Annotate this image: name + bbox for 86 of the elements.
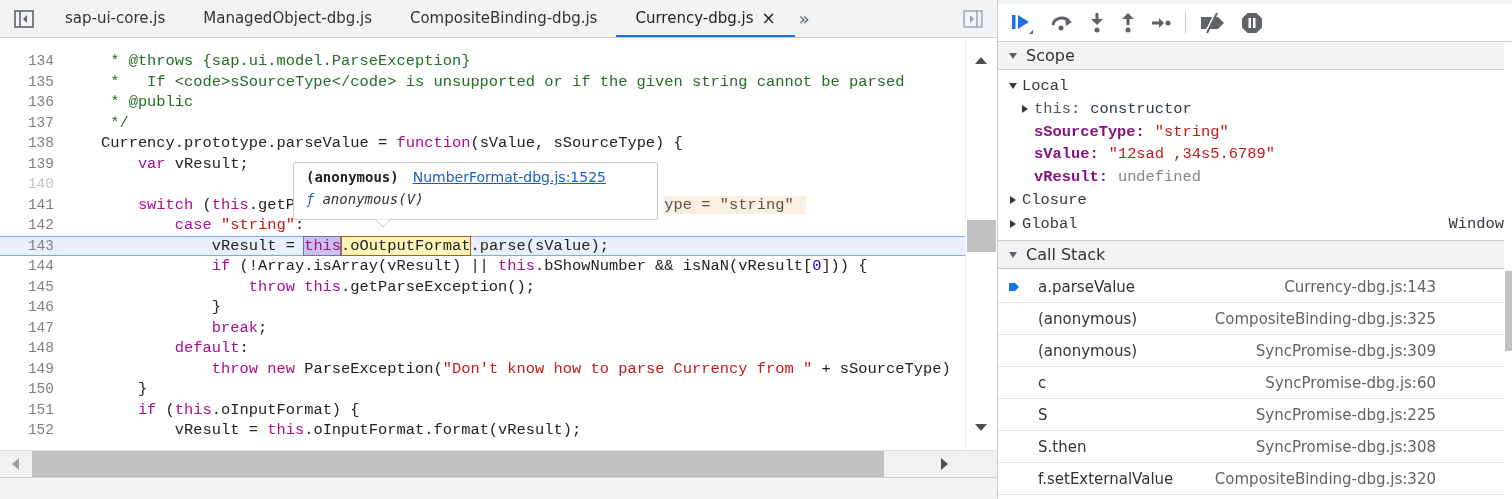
code-line: throw this.getParseException(); [247,277,536,296]
code-line: vResult = this.oInputFormat.format(vResult); [173,421,582,440]
call-frame[interactable]: (anonymous) SyncPromise-dbg.js:309 [998,335,1504,367]
vertical-scrollbar[interactable] [965,38,997,450]
more-tabs-icon[interactable]: » [798,8,810,29]
line-number: 152 [26,422,55,439]
function-signature: anonymous(V) [322,191,424,207]
scope-group[interactable]: Global [1022,215,1078,233]
variable-name: this: [1034,100,1081,119]
deactivate-breakpoints-icon[interactable] [1199,10,1227,35]
expand-arrow-icon[interactable] [1008,195,1018,205]
tooltip-title: (anonymous) [306,169,399,185]
code-line: */ [109,113,129,132]
code-line: if (!Array.isArray(vResult) || this.bShowNumber && isNaN(vResult[0])) { [210,257,868,276]
line-number: 138 [26,135,55,152]
call-frame[interactable]: c SyncPromise-dbg.js:60 [998,367,1504,399]
scroll-down-icon[interactable] [974,423,988,433]
section-header[interactable]: Call Stack [998,240,1504,269]
code-line: Currency.prototype.parseValue = function(sValue, sSourceType) { [99,134,683,153]
line-number: 135 [26,73,55,90]
code-line: * If <code>sSourceType</code> is unsupported or if the given string cannot be parsed [109,72,905,91]
horizontal-scrollbar[interactable] [0,450,997,477]
call-frame[interactable]: S.then SyncPromise-dbg.js:308 [998,431,1504,463]
line-number: 147 [26,319,55,336]
scope-group[interactable]: Closure [1022,191,1087,209]
line-number: 142 [26,217,55,234]
line-number: 137 [26,114,55,131]
variable-name: sValue: [1034,145,1099,164]
scrollbar-thumb[interactable] [1505,271,1512,351]
line-number: 140 [26,176,55,193]
line-number: 149 [26,360,55,377]
variable-value: constructor [1090,100,1192,119]
code-line: break; [210,318,268,337]
file-tab[interactable]: ManagedObject-dbg.js [184,0,391,37]
file-tab[interactable]: Currency-dbg.js × [616,0,795,37]
call-frame[interactable]: a.parseValue Currency-dbg.js:143 [998,271,1504,303]
source-link[interactable]: NumberFormat-dbg.js:1525 [412,169,606,185]
line-number: 144 [26,258,55,275]
line-number: 145 [26,278,55,295]
section-header[interactable]: Scope [998,42,1504,70]
function-icon: ƒ [306,191,315,207]
code-line: } [210,298,221,317]
line-number: 150 [26,381,55,398]
sidebar-toggle-icon[interactable] [14,9,34,28]
expand-arrow-icon[interactable] [1008,81,1018,91]
variable-name: sSourceType: [1034,122,1145,141]
expand-arrow-icon[interactable] [1008,249,1018,260]
expand-arrow-icon[interactable] [1008,219,1018,229]
close-icon[interactable]: × [761,7,776,28]
code-line: case "string": [173,216,305,235]
inline-value: ype = "string" [664,195,806,214]
line-number: 134 [26,53,55,70]
code-line: if (this.oInputFormat) { [136,400,360,419]
call-frame[interactable]: (anonymous) CompositeBinding-dbg.js:325 [998,303,1504,335]
line-number: 139 [26,155,55,172]
variable-value: "12sad ,34s5.6789" [1108,145,1275,164]
line-number: 143 [26,237,55,254]
line-number: 148 [26,340,55,357]
code-line: * @throws {sap.ui.model.ParseException} [109,52,471,71]
scroll-right-icon[interactable] [940,457,950,471]
scope-group[interactable]: Local [1022,77,1069,95]
code-line: * @public [109,93,194,112]
variable-value: "string" [1154,122,1229,141]
code-line: vResult = this.oOutputFormat.parse(sValue); [210,236,609,255]
expand-arrow-icon[interactable] [1008,50,1018,61]
code-line: } [136,380,148,399]
line-number: 151 [26,401,55,418]
line-number: 141 [26,196,55,213]
code-line: var vResult; [136,154,249,173]
call-frame[interactable]: S SyncPromise-dbg.js:225 [998,399,1504,431]
debugger-toggle-icon[interactable] [963,9,983,28]
scrollbar-thumb[interactable] [967,220,996,252]
call-frame[interactable]: f.setExternalValue CompositeBinding-dbg.js:320 [998,463,1504,495]
file-tab[interactable]: sap-ui-core.js [46,0,185,37]
variable-value: undefined [1117,167,1201,186]
pause-icon[interactable] [1240,10,1264,35]
code-line: default: [173,339,249,358]
expand-arrow-icon[interactable] [1020,104,1030,115]
code-line: throw new ParseException("Don't know how to parse Currency from " + sSourceType) [210,359,951,378]
scope-value: Window [1448,215,1504,233]
variable-name: vResult: [1034,167,1108,186]
code-line: switch (this.getP [136,195,295,214]
line-number: 136 [26,94,55,111]
line-number: 146 [26,299,55,316]
file-tab[interactable]: CompositeBinding-dbg.js [390,0,617,37]
scroll-up-icon[interactable] [974,55,988,65]
